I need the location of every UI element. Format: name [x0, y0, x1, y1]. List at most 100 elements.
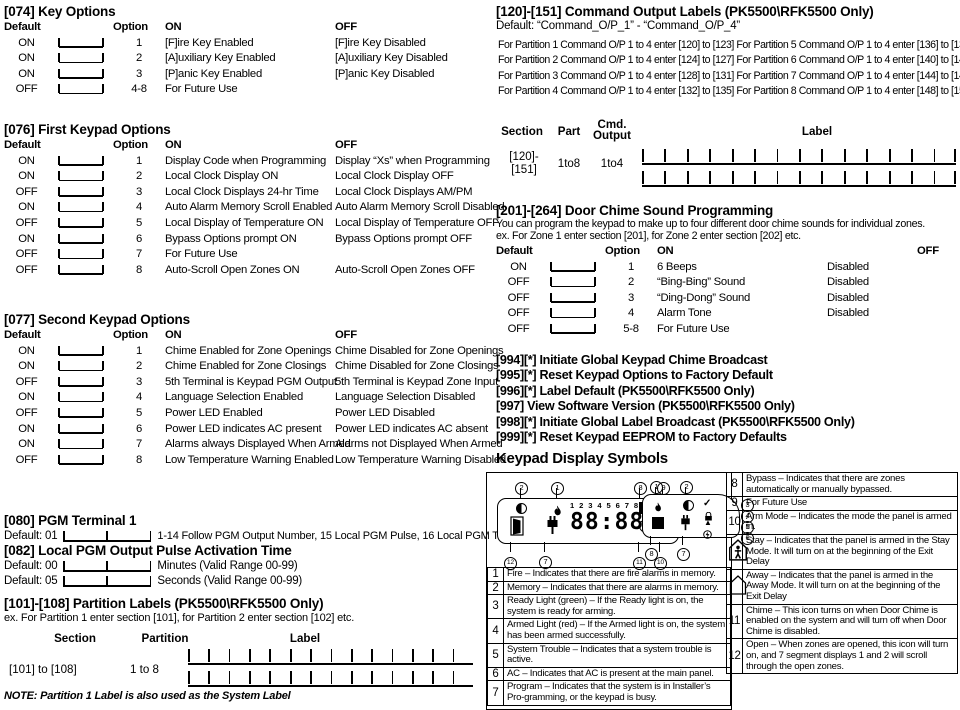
row-entry-box[interactable] — [49, 216, 113, 232]
row-entry-box[interactable] — [49, 375, 113, 391]
section-080-entry-field[interactable] — [63, 531, 152, 542]
row-on-text: “Bing-Bing” Sound — [657, 276, 746, 289]
section-082-entry-field-seconds[interactable] — [63, 576, 152, 587]
row-off-text — [827, 322, 960, 338]
symbol-desc: Chime – This icon turns on when Door Chi… — [742, 603, 958, 640]
table-row: 11 Chime – This icon turns on when Door … — [726, 603, 958, 640]
section-082-desc-seconds: Seconds (Valid Range 00-99) — [157, 575, 303, 587]
row-entry-box[interactable] — [49, 51, 113, 67]
row-entry-box[interactable] — [49, 422, 113, 438]
row-entry-box[interactable] — [49, 154, 113, 170]
row-entry-box[interactable] — [49, 263, 113, 279]
row-on-text: [A]uxiliary Key Enabled — [165, 52, 276, 65]
col-off: OFF — [335, 329, 357, 341]
symbol-num: 11 — [726, 603, 743, 640]
section-077: [077] Second Keypad Options Default Opti… — [4, 312, 506, 469]
section-120-label-grid[interactable] — [642, 148, 956, 187]
section-082-desc-minutes: Minutes (Valid Range 00-99) — [157, 560, 298, 572]
label-grid-row[interactable] — [188, 648, 473, 665]
symbol-num: 8 — [726, 471, 743, 498]
row-entry-box[interactable] — [49, 185, 113, 201]
row-option-num: 8 — [135, 453, 143, 466]
table-row: OFF 7 For Future Use — [4, 247, 482, 263]
row-default: OFF — [507, 291, 530, 304]
row-on-text: [P]anic Key Enabled — [165, 67, 262, 80]
row-off-text: Local Display of Temperature OFF — [335, 216, 499, 229]
row-entry-box[interactable] — [49, 406, 113, 422]
seven-segment-display: 88:88 — [570, 509, 645, 535]
callout-1-icon: 1 — [551, 477, 564, 495]
section-082-default-seconds: Default: 05 — [4, 575, 58, 587]
symbol-num: 7 — [487, 680, 504, 706]
row-option-num: 1 — [135, 36, 143, 49]
row-option-num: 1 — [135, 344, 143, 357]
row-off-text: Bypass Options prompt OFF — [335, 232, 472, 245]
row-entry-box[interactable] — [541, 260, 605, 276]
row-entry-box[interactable] — [49, 390, 113, 406]
row-on-text: Chime Enabled for Zone Openings — [165, 344, 332, 357]
label-grid-row[interactable] — [642, 148, 956, 165]
section-074-table: Default Option ON OFF ON 1 [F]ire Key En… — [4, 20, 482, 98]
row-option-num: 4 — [135, 201, 143, 214]
table-row: 10 Arm Mode – Indicates the mode the pan… — [726, 509, 958, 535]
row-entry-box[interactable] — [49, 344, 113, 360]
row-entry-box[interactable] — [541, 322, 605, 338]
section-082-default-minutes: Default: 00 — [4, 560, 58, 572]
row-entry-box[interactable] — [49, 169, 113, 185]
section-077-table: Default Option ON OFF ON 1 Chime Enabled… — [4, 328, 506, 469]
col-on: ON — [165, 21, 182, 33]
label-grid-row[interactable] — [642, 170, 956, 187]
section-080-description: 1-14 Follow PGM Output Number, 15 Local … — [157, 530, 524, 542]
col-default: Default — [4, 139, 41, 151]
symbol-desc: Memory – Indicates that there are alarms… — [503, 580, 731, 596]
section-101-col-partition: Partition — [120, 632, 210, 645]
col-spacer — [49, 138, 113, 154]
label-grid-row[interactable] — [188, 670, 473, 687]
section-range-start: [120]- — [509, 151, 539, 163]
section-080: [080] PGM Terminal 1 Default: 01 1-14 Fo… — [4, 513, 524, 543]
symbol-desc: Fire – Indicates that there are fire ala… — [503, 567, 731, 582]
command-item: [997] View Software Version (PK5500\RFK5… — [496, 399, 795, 414]
row-default: ON — [18, 36, 35, 49]
section-101-label-grid[interactable] — [188, 648, 473, 687]
row-option-num: 3 — [627, 291, 635, 304]
section-101-header-partition: Partition — [141, 632, 189, 645]
table-row: OFF 4-8 For Future Use — [4, 82, 482, 98]
section-082-entry-field-minutes[interactable] — [63, 561, 152, 572]
section-120-header-label: Label — [801, 125, 833, 138]
symbol-num: 6 — [487, 666, 504, 682]
ac-power-icon — [703, 526, 712, 544]
row-on-text: Auto Alarm Memory Scroll Enabled — [165, 201, 333, 214]
row-entry-box[interactable] — [541, 291, 605, 307]
symbol-desc: Arm Mode – Indicates the mode the panel … — [742, 509, 958, 535]
section-120-row-part: 1to8 — [557, 158, 581, 170]
row-entry-box[interactable] — [49, 437, 113, 453]
row-entry-box[interactable] — [49, 67, 113, 83]
row-off-text: Disabled — [827, 260, 869, 273]
row-entry-box[interactable] — [49, 36, 113, 52]
section-120-header-part: Part — [557, 125, 581, 138]
row-on-text: Bypass Options prompt ON — [165, 232, 297, 245]
row-entry-box[interactable] — [49, 453, 113, 469]
table-row: ON 3 [P]anic Key Enabled [P]anic Key Dis… — [4, 67, 482, 83]
row-option-num: 2 — [135, 52, 143, 65]
row-on-text: “Ding-Dong” Sound — [657, 291, 751, 304]
fire-flame-icon — [653, 499, 663, 517]
row-entry-box[interactable] — [541, 306, 605, 322]
table-row: ON 1 Display Code when Programming Displ… — [4, 154, 490, 170]
row-off-text: Chime Disabled for Zone Openings — [335, 344, 504, 357]
row-option-num: 1 — [135, 154, 143, 167]
row-entry-box[interactable] — [49, 200, 113, 216]
row-entry-box[interactable] — [49, 247, 113, 263]
row-entry-box[interactable] — [49, 232, 113, 248]
table-row: ON 1 Chime Enabled for Zone Openings Chi… — [4, 344, 504, 360]
row-on-text: Auto-Scroll Open Zones ON — [165, 263, 300, 276]
table-row: ON 1 [F]ire Key Enabled [F]ire Key Disab… — [4, 36, 482, 52]
section-120-header-cmd-output: Cmd. Output — [593, 118, 631, 142]
row-entry-box[interactable] — [49, 359, 113, 375]
row-entry-box[interactable] — [49, 82, 113, 98]
row-on-text: Alarms always Displayed When Armed — [165, 438, 351, 451]
row-on-text: For Future Use — [165, 83, 238, 96]
row-off-text: Disabled — [827, 291, 869, 304]
row-entry-box[interactable] — [541, 275, 605, 291]
